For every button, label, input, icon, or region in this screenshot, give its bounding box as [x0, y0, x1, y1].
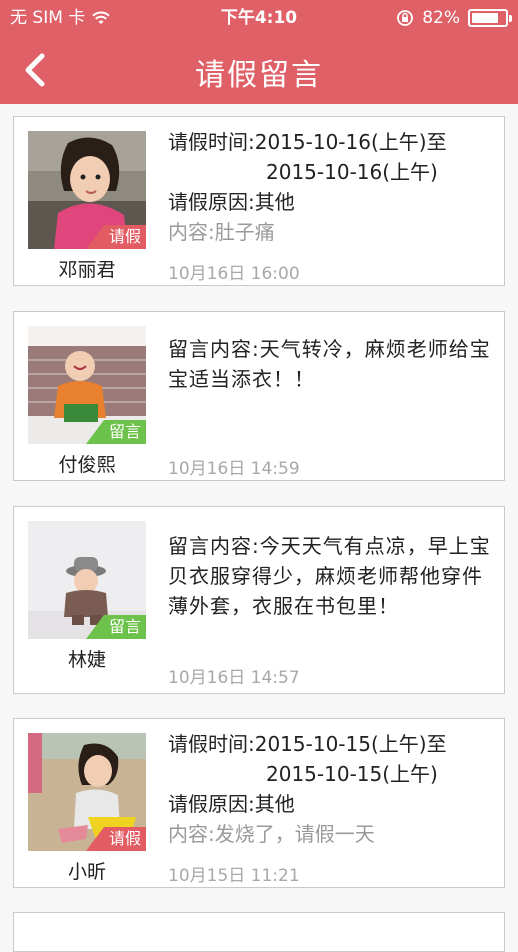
battery-level	[472, 13, 498, 23]
navigation-bar: 请假留言	[0, 36, 518, 104]
list-item[interactable]: 请假 小昕 请假时间:2015-10-15(上午)至 2015-10-15(上午…	[13, 718, 505, 888]
timestamp: 10月16日 16:00	[168, 264, 300, 284]
list-item[interactable]	[13, 912, 505, 952]
leave-content: 内容:肚子痛	[168, 220, 275, 244]
timestamp: 10月16日 14:59	[168, 459, 300, 479]
list-item[interactable]: 留言 付俊熙 留言内容:天气转冷，麻烦老师给宝宝适当添衣！！ 10月16日 14…	[13, 311, 505, 481]
timestamp: 10月15日 11:21	[168, 866, 300, 886]
list-item[interactable]: 留言 林婕 留言内容:今天天气有点凉，早上宝贝衣服穿得少，麻烦老师帮他穿件薄外套…	[13, 506, 505, 694]
avatar: 请假	[28, 733, 146, 851]
leave-content: 内容:发烧了，请假一天	[168, 822, 375, 846]
student-name: 付俊熙	[58, 454, 116, 476]
message-content: 留言内容:今天天气有点凉，早上宝贝衣服穿得少，麻烦老师帮他穿件薄外套，衣服在书包…	[168, 534, 491, 618]
status-bar: 无 SIM 卡 下午4:10 82%	[0, 0, 518, 36]
leave-reason: 请假原因:其他	[168, 190, 295, 214]
page-title: 请假留言	[195, 58, 323, 93]
leave-time-end: 2015-10-15(上午)	[266, 762, 438, 786]
avatar: 留言	[28, 326, 146, 444]
timestamp: 10月16日 14:57	[168, 668, 300, 688]
battery-icon	[468, 9, 512, 27]
battery-percent: 82%	[422, 8, 460, 28]
header-bar: 无 SIM 卡 下午4:10 82% 请假留言	[0, 0, 518, 104]
student-name: 林婕	[67, 649, 106, 671]
avatar: 请假	[28, 131, 146, 249]
leave-time-end: 2015-10-16(上午)	[266, 160, 438, 184]
leave-time-start: 请假时间:2015-10-16(上午)至	[168, 130, 447, 154]
student-name: 邓丽君	[58, 259, 116, 281]
leave-time-start: 请假时间:2015-10-15(上午)至	[168, 732, 447, 756]
leave-reason: 请假原因:其他	[168, 792, 295, 816]
avatar: 留言	[28, 521, 146, 639]
student-name: 小昕	[67, 861, 106, 883]
message-content: 留言内容:天气转冷，麻烦老师给宝宝适当添衣！！	[168, 337, 491, 391]
list-item[interactable]: 请假 邓丽君 请假时间:2015-10-16(上午)至 2015-10-16(上…	[13, 116, 505, 286]
lock-rotation-icon	[396, 9, 414, 27]
